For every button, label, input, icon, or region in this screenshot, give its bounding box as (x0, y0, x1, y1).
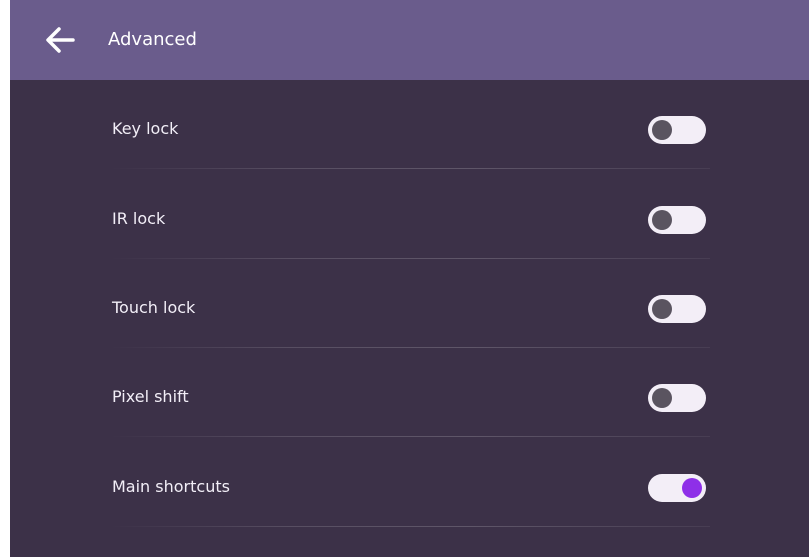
setting-row-key-lock: Key lock (110, 80, 710, 169)
key-lock-toggle[interactable] (648, 116, 706, 144)
pixel-shift-toggle[interactable] (648, 384, 706, 412)
toggle-knob (682, 478, 702, 498)
arrow-left-icon (46, 27, 75, 53)
header-bar: Advanced (10, 0, 809, 80)
setting-label: Main shortcuts (112, 477, 230, 496)
settings-screen: Advanced Key lock IR lock Touch lock Pix… (0, 0, 809, 557)
toggle-knob (652, 388, 672, 408)
toggle-knob (652, 299, 672, 319)
row-divider (110, 168, 710, 169)
setting-row-main-shortcuts: Main shortcuts (110, 438, 710, 527)
setting-label: Touch lock (112, 298, 196, 317)
page-title: Advanced (108, 29, 197, 50)
row-divider (110, 436, 710, 437)
setting-label: Pixel shift (112, 387, 189, 406)
back-button[interactable] (40, 20, 80, 60)
touch-lock-toggle[interactable] (648, 295, 706, 323)
left-edge-strip (0, 0, 10, 557)
setting-label: Key lock (112, 119, 179, 138)
toggle-knob (652, 120, 672, 140)
settings-list: Key lock IR lock Touch lock Pixel shift (10, 80, 809, 557)
main-shortcuts-toggle[interactable] (648, 474, 706, 502)
setting-row-pixel-shift: Pixel shift (110, 348, 710, 437)
setting-row-ir-lock: IR lock (110, 170, 710, 259)
ir-lock-toggle[interactable] (648, 206, 706, 234)
setting-label: IR lock (112, 209, 166, 228)
setting-row-touch-lock: Touch lock (110, 259, 710, 348)
toggle-knob (652, 210, 672, 230)
row-divider (110, 526, 710, 527)
